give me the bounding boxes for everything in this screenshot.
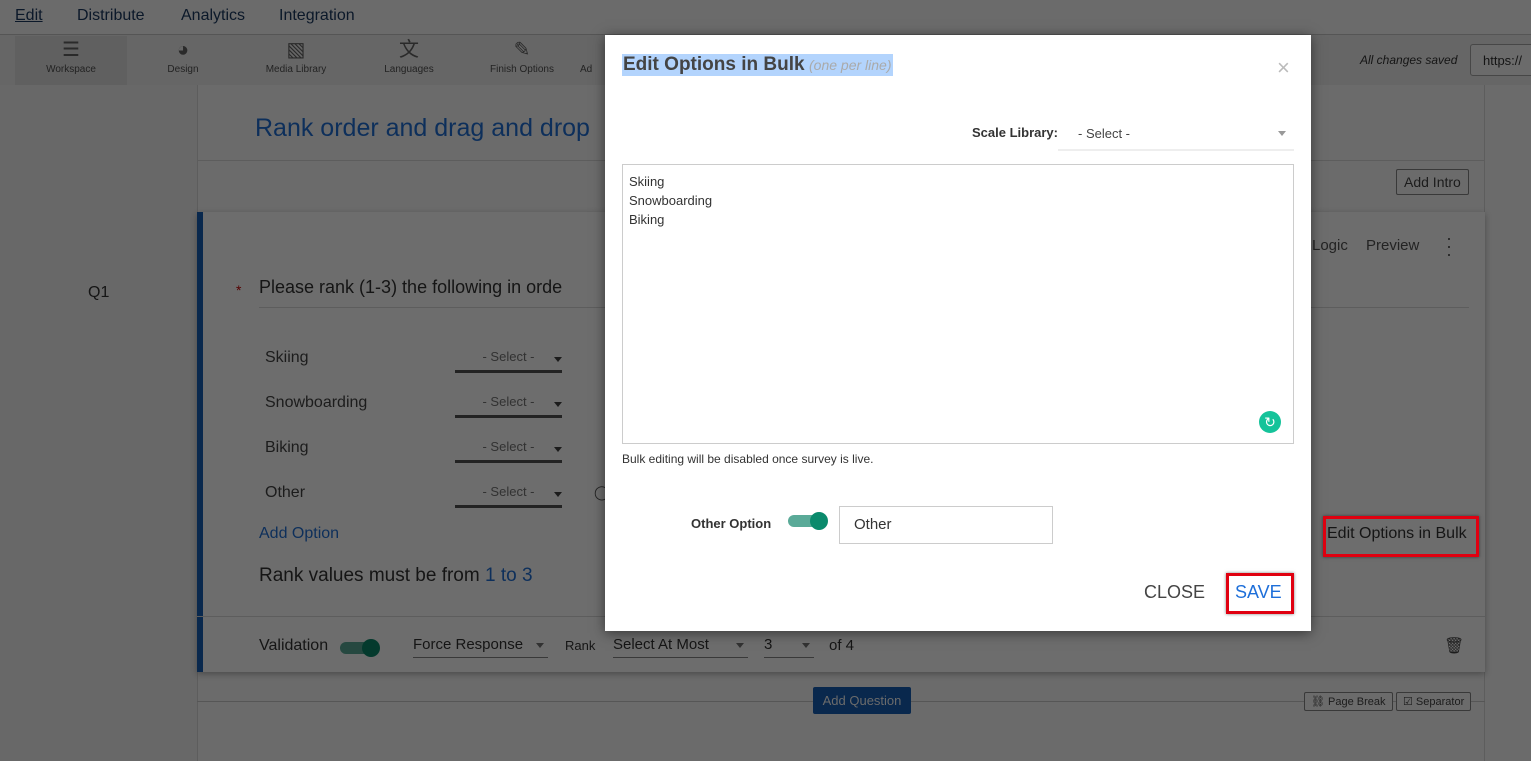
- magic-wand-icon: ✎: [513, 39, 531, 61]
- trash-icon[interactable]: 🗑: [1444, 636, 1464, 656]
- bulk-options-textarea[interactable]: Skiing Snowboarding Biking: [622, 164, 1294, 444]
- option-label[interactable]: Other: [265, 484, 305, 502]
- survey-url[interactable]: https://: [1470, 44, 1531, 76]
- rank-of-total: of 4: [829, 637, 855, 654]
- edit-options-bulk-dialog: Edit Options in Bulk (one per line) × Sc…: [605, 35, 1311, 631]
- palette-icon: ◕: [176, 39, 190, 61]
- toolbar-design[interactable]: ◕ Design: [127, 36, 239, 85]
- page-break-icon: ⛓: [1311, 696, 1329, 708]
- rank-select[interactable]: - Select -: [455, 349, 562, 373]
- edit-options-bulk-link[interactable]: Edit Options in Bulk: [1327, 525, 1467, 543]
- survey-title[interactable]: Rank order and drag and drop: [255, 114, 590, 143]
- separator-button[interactable]: ☑ Separator: [1396, 692, 1472, 711]
- option-label[interactable]: Snowboarding: [265, 394, 367, 412]
- select-at-most-select[interactable]: Select At Most: [613, 636, 748, 658]
- rank-select[interactable]: - Select -: [455, 484, 562, 508]
- toolbar-more[interactable]: Ad: [580, 36, 604, 85]
- workspace-icon: ☰: [62, 39, 80, 61]
- tab-edit[interactable]: Edit: [15, 7, 43, 25]
- save-button[interactable]: SAVE: [1235, 582, 1282, 603]
- toolbar-workspace[interactable]: ☰ Workspace: [15, 36, 127, 85]
- rank-count-select[interactable]: 3: [764, 636, 814, 658]
- preview-link[interactable]: Preview: [1366, 237, 1419, 254]
- close-button[interactable]: CLOSE: [1144, 582, 1205, 603]
- scale-library-label: Scale Library:: [972, 125, 1058, 140]
- add-option-link[interactable]: Add Option: [259, 525, 339, 543]
- close-icon[interactable]: ×: [1277, 55, 1290, 81]
- toolbar-finish-options[interactable]: ✎ Finish Options: [466, 36, 578, 85]
- tab-distribute[interactable]: Distribute: [77, 7, 145, 25]
- rank-select[interactable]: - Select -: [455, 394, 562, 418]
- dialog-title: Edit Options in Bulk (one per line): [622, 54, 893, 76]
- toolbar-languages[interactable]: 文 Languages: [353, 36, 465, 85]
- logic-link[interactable]: Logic: [1312, 237, 1348, 254]
- more-vertical-icon[interactable]: · · ·: [1444, 229, 1454, 263]
- validation-toggle[interactable]: [340, 639, 380, 657]
- question-number: Q1: [88, 284, 110, 301]
- page-break-button[interactable]: ⛓ Page Break: [1304, 692, 1393, 711]
- option-label[interactable]: Biking: [265, 439, 309, 457]
- other-option-toggle[interactable]: [788, 512, 828, 530]
- checkbox-icon: ☑: [1403, 696, 1416, 708]
- rank-select[interactable]: - Select -: [455, 439, 562, 463]
- tab-analytics[interactable]: Analytics: [181, 7, 245, 25]
- other-option-input[interactable]: Other: [839, 506, 1053, 544]
- rank-note: Rank values must be from 1 to 3: [259, 565, 533, 586]
- rank-label: Rank: [565, 638, 596, 653]
- left-column: [0, 85, 197, 761]
- validation-label: Validation: [259, 637, 329, 654]
- option-label[interactable]: Skiing: [265, 349, 309, 367]
- translate-icon: 文: [399, 39, 419, 61]
- other-option-label: Other Option: [691, 516, 772, 531]
- question-text[interactable]: Please rank (1-3) the following in orde: [259, 277, 562, 298]
- tab-integration[interactable]: Integration: [279, 7, 355, 25]
- add-question-button[interactable]: Add Question: [813, 687, 911, 714]
- save-status: All changes saved: [1360, 53, 1458, 67]
- image-icon: ▧: [286, 39, 306, 61]
- toolbar-media-library[interactable]: ▧ Media Library: [240, 36, 352, 85]
- required-mark: *: [236, 282, 242, 298]
- scale-library-select[interactable]: - Select -: [1058, 117, 1294, 151]
- grammarly-icon[interactable]: ↻: [1259, 411, 1281, 433]
- add-intro-button[interactable]: Add Intro: [1396, 169, 1469, 195]
- force-response-select[interactable]: Force Response: [413, 636, 548, 658]
- bulk-edit-note: Bulk editing will be disabled once surve…: [622, 452, 874, 466]
